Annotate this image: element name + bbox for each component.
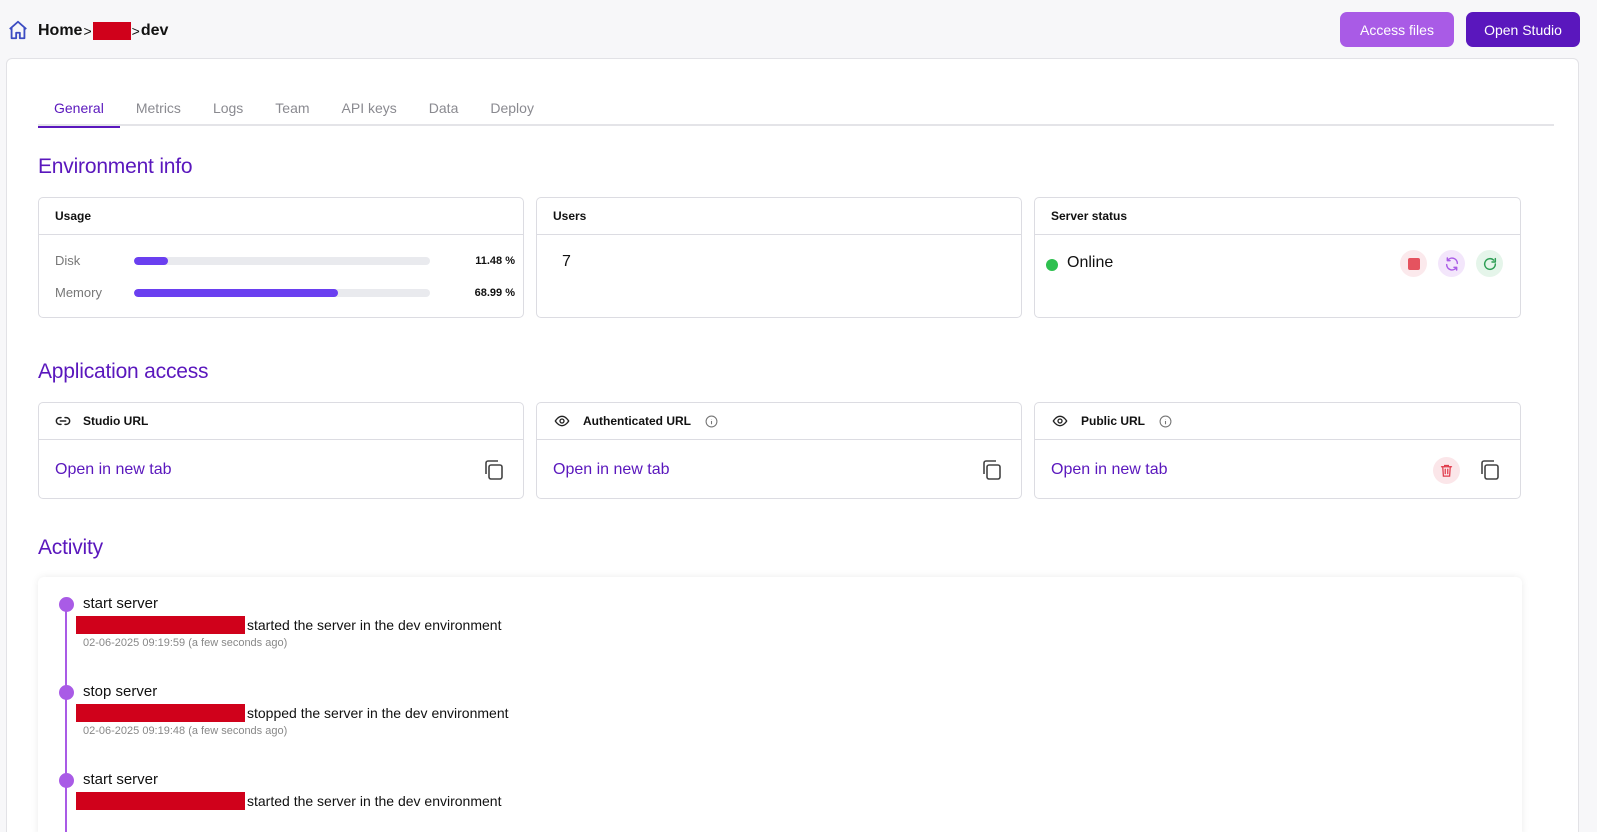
authenticated-open-link[interactable]: Open in new tab [553, 461, 670, 479]
public-open-link[interactable]: Open in new tab [1051, 461, 1168, 479]
timeline-dot [59, 597, 74, 612]
tab-team[interactable]: Team [259, 97, 325, 126]
activity-item-description: started the server in the dev environmen… [247, 793, 502, 809]
disk-progress-bar [134, 256, 430, 265]
online-status-dot [1046, 259, 1058, 271]
delete-public-url-button[interactable] [1433, 457, 1460, 484]
environment-info-title: Environment info [38, 155, 193, 178]
restart-server-button[interactable] [1438, 250, 1465, 277]
timeline-line [65, 605, 67, 832]
studio-url-header: Studio URL [39, 403, 523, 440]
home-icon[interactable] [7, 19, 29, 41]
breadcrumb-home[interactable]: Home [38, 22, 82, 40]
open-studio-button[interactable]: Open Studio [1466, 12, 1580, 47]
users-card-title: Users [537, 198, 1021, 235]
disk-progress-fill [134, 256, 168, 265]
refresh-status-button[interactable] [1476, 250, 1503, 277]
studio-url-title: Studio URL [83, 414, 149, 428]
studio-url-card: Studio URL Open in new tab [38, 402, 524, 499]
authenticated-url-title: Authenticated URL [583, 414, 691, 428]
breadcrumb-separator: > [131, 23, 140, 39]
disk-usage-row: Disk 11.48 % [55, 253, 515, 268]
breadcrumb-redacted[interactable] [92, 22, 131, 40]
info-icon[interactable] [705, 415, 718, 428]
server-status-text: Online [1067, 254, 1114, 271]
sync-icon [1445, 256, 1458, 271]
authenticated-url-header: Authenticated URL [537, 403, 1021, 440]
copy-icon[interactable] [980, 458, 1004, 482]
activity-item-description: started the server in the dev environmen… [247, 617, 502, 633]
redacted-user [76, 704, 245, 722]
memory-progress-bar [134, 288, 430, 297]
tab-general[interactable]: General [38, 97, 120, 128]
redacted-user [76, 616, 245, 634]
tab-deploy[interactable]: Deploy [474, 97, 550, 126]
activity-item-description: stopped the server in the dev environmen… [247, 705, 509, 721]
usage-card-title: Usage [39, 198, 523, 235]
tab-bar: General Metrics Logs Team API keys Data … [38, 97, 1554, 128]
users-count: 7 [562, 253, 571, 270]
breadcrumb-separator: > [83, 23, 92, 39]
server-status-title: Server status [1035, 198, 1520, 235]
tab-data[interactable]: Data [413, 97, 475, 126]
breadcrumb-current: dev [140, 22, 169, 39]
studio-open-link[interactable]: Open in new tab [55, 461, 172, 479]
memory-label: Memory [55, 285, 102, 300]
application-access-title: Application access [38, 360, 209, 383]
activity-item-line: started the server in the dev environmen… [76, 616, 501, 634]
tab-api-keys[interactable]: API keys [326, 97, 413, 126]
eye-icon [554, 415, 570, 427]
activity-item-title: stop server [83, 683, 158, 700]
tab-metrics[interactable]: Metrics [120, 97, 197, 126]
copy-icon[interactable] [482, 458, 506, 482]
activity-item-title: start server [83, 595, 159, 612]
disk-value: 11.48 % [475, 254, 515, 267]
eye-icon [1052, 415, 1068, 427]
timeline-dot [59, 773, 74, 788]
authenticated-url-card: Authenticated URL Open in new tab [536, 402, 1022, 499]
activity-item-line: started the server in the dev environmen… [76, 792, 501, 810]
users-card: Users 7 [536, 197, 1022, 318]
activity-item-line: stopped the server in the dev environmen… [76, 704, 509, 722]
activity-timeline: start server started the server in the d… [38, 577, 1522, 832]
disk-label: Disk [55, 253, 81, 268]
redacted-user [76, 792, 245, 810]
public-url-header: Public URL [1035, 403, 1520, 440]
link-icon [55, 416, 71, 426]
top-bar: Home > > dev Access files Open Studio [0, 0, 1597, 58]
activity-item-title: start server [83, 771, 159, 788]
public-url-title: Public URL [1081, 414, 1146, 428]
main-panel: General Metrics Logs Team API keys Data … [6, 58, 1579, 832]
breadcrumb: Home > > dev [38, 20, 168, 42]
activity-item-time: 02-06-2025 09:19:59 (a few seconds ago) [83, 637, 288, 649]
memory-usage-row: Memory 68.99 % [55, 285, 515, 300]
tab-logs[interactable]: Logs [197, 97, 259, 126]
trash-icon [1440, 464, 1453, 477]
public-url-card: Public URL Open in new tab [1034, 402, 1521, 499]
memory-progress-fill [134, 288, 339, 297]
timeline-dot [59, 685, 74, 700]
usage-card: Usage Disk 11.48 % Memory 68.99 % [38, 197, 524, 318]
server-status-card: Server status Online [1034, 197, 1521, 318]
activity-item-time: 02-06-2025 09:19:48 (a few seconds ago) [83, 725, 288, 737]
copy-icon[interactable] [1478, 458, 1502, 482]
refresh-icon [1483, 257, 1496, 270]
access-files-button[interactable]: Access files [1340, 12, 1454, 47]
stop-server-button[interactable] [1400, 250, 1427, 277]
activity-title: Activity [38, 536, 103, 559]
info-icon[interactable] [1159, 415, 1172, 428]
stop-icon [1407, 257, 1420, 270]
memory-value: 68.99 % [474, 286, 515, 299]
